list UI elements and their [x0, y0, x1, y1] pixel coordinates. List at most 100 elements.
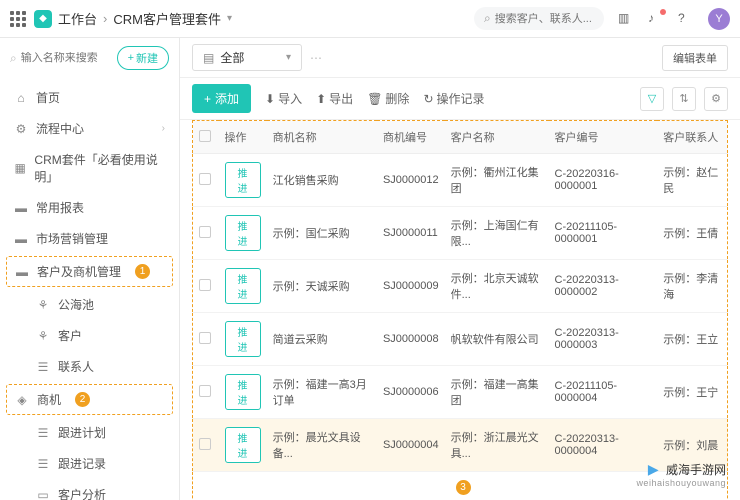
cell-code[interactable]: SJ0000009 [377, 260, 445, 313]
table-row[interactable]: 推进 示例：国仁采购 SJ0000011 示例：上海国仁有限... C-2021… [193, 207, 728, 260]
push-button[interactable]: 推进 [225, 215, 261, 251]
import-button[interactable]: ⬇导入 [265, 90, 302, 107]
menu-icon: ⚘ [36, 329, 50, 343]
row-checkbox[interactable] [199, 173, 211, 185]
table-row[interactable]: 推进 简道云采购 SJ0000008 帆软软件有限公司 C-20220313-0… [193, 313, 728, 366]
cell-code[interactable]: SJ0000004 [377, 419, 445, 472]
sidebar-item-0[interactable]: ⌂首页 [0, 82, 179, 113]
menu-label: 市场营销管理 [36, 230, 108, 247]
data-table: 操作商机名称商机编号客户名称客户编号客户联系人 推进 江化销售采购 SJ0000… [192, 120, 728, 500]
cell-name: 示例：福建一高3月订单 [267, 366, 377, 419]
table-row[interactable]: 推进 示例：天诚采购 SJ0000009 示例：北京天诚软件... C-2022… [193, 260, 728, 313]
cell-code[interactable]: SJ0000011 [377, 207, 445, 260]
log-button[interactable]: ↻操作记录 [423, 90, 484, 107]
watermark: 威海手游网 weihaishouyouwang [636, 461, 726, 488]
chevron-down-icon[interactable]: ▾ [227, 13, 232, 24]
sort-icon-button[interactable]: ⇅ [672, 87, 696, 111]
column-header[interactable]: 商机编号 [377, 121, 445, 154]
table-badge: 3 [456, 480, 471, 495]
search-icon: ⌕ [10, 51, 17, 66]
menu-icon: ▭ [36, 488, 50, 500]
breadcrumb-app[interactable]: CRM客户管理套件 [113, 9, 221, 28]
push-button[interactable]: 推进 [225, 268, 261, 304]
app-launcher-icon[interactable] [10, 11, 26, 27]
filter-icon-button[interactable]: ▽ [640, 87, 664, 111]
row-checkbox[interactable] [199, 279, 211, 291]
sidebar-item-12[interactable]: ▭ 客户分析 [0, 479, 179, 500]
avatar[interactable]: Y [708, 8, 730, 30]
help-icon[interactable]: ? [678, 11, 694, 27]
column-header[interactable]: 客户编号 [549, 121, 658, 154]
row-checkbox[interactable] [199, 385, 211, 397]
cell-custcode: C-20211105-0000004 [549, 366, 658, 419]
menu-icon: ☰ [36, 426, 50, 440]
export-button[interactable]: ⬆导出 [316, 90, 353, 107]
sidebar-item-7[interactable]: ⚘客户 [0, 320, 179, 351]
sidebar-item-11[interactable]: ☰跟进记录 [0, 448, 179, 479]
table-row[interactable]: 推进 示例：福建一高3月订单 SJ0000006 示例：福建一高集团 C-202… [193, 366, 728, 419]
sidebar-item-9[interactable]: ◈商机2 [6, 384, 173, 415]
trash-icon: 🗑 [367, 92, 382, 106]
menu-label: 客户分析 [58, 486, 106, 500]
row-checkbox[interactable] [199, 438, 211, 450]
add-button[interactable]: +添加 [192, 84, 251, 113]
search-icon: ⌕ [484, 11, 491, 26]
sidebar-search-input[interactable] [21, 52, 111, 64]
push-button[interactable]: 推进 [225, 427, 261, 463]
menu-icon: ⚙ [14, 122, 28, 136]
menu-label: 公海池 [58, 296, 94, 313]
table-row[interactable]: 推进 江化销售采购 SJ0000012 示例：衢州江化集团 C-20220316… [193, 154, 728, 207]
download-icon: ⬇ [265, 92, 275, 106]
new-button[interactable]: +新建 [117, 46, 169, 70]
app-logo: ◆ [34, 10, 52, 28]
push-button[interactable]: 推进 [225, 162, 261, 198]
cell-custcode: C-20220313-0000002 [549, 260, 658, 313]
global-search[interactable]: ⌕ [474, 7, 604, 30]
upload-icon: ⬆ [316, 92, 326, 106]
content-area: ▤ 全部 ▾ ⋯ 编辑表单 +添加 ⬇导入 ⬆导出 🗑删除 ↻操作记录 ▽ ⇅ … [180, 38, 740, 500]
global-search-input[interactable] [495, 13, 594, 25]
sidebar-item-10[interactable]: ☰ 跟进计划 [0, 417, 179, 448]
chevron-right-icon: › [162, 123, 165, 134]
column-header[interactable]: 客户名称 [445, 121, 549, 154]
cell-contact: 示例：赵仁民 [657, 154, 727, 207]
sidebar-item-5[interactable]: ▬客户及商机管理1 [6, 256, 173, 287]
push-button[interactable]: 推进 [225, 374, 261, 410]
edit-form-button[interactable]: 编辑表单 [662, 45, 728, 71]
cell-contact: 示例：王宁 [657, 366, 727, 419]
menu-icon: ▬ [14, 232, 28, 246]
select-all-checkbox[interactable] [199, 130, 211, 142]
breadcrumb-workspace[interactable]: 工作台 [58, 9, 97, 28]
sidebar-item-1[interactable]: ⚙流程中心› [0, 113, 179, 144]
sidebar-item-3[interactable]: ▬常用报表 [0, 192, 179, 223]
column-header[interactable]: 操作 [219, 121, 267, 154]
view-selector[interactable]: ▤ 全部 ▾ [192, 44, 302, 71]
breadcrumb: 工作台 › CRM客户管理套件 ▾ [58, 9, 232, 28]
book-icon[interactable]: ▥ [618, 11, 634, 27]
menu-label: 跟进计划 [58, 424, 106, 441]
view-label: 全部 [220, 49, 244, 66]
settings-icon-button[interactable]: ⚙ [704, 87, 728, 111]
cell-custcode: C-20220313-0000003 [549, 313, 658, 366]
column-header[interactable]: 客户联系人 [657, 121, 727, 154]
push-button[interactable]: 推进 [225, 321, 261, 357]
sidebar-item-2[interactable]: ▦CRM套件「必看使用说明」 [0, 144, 179, 192]
menu-icon: ▦ [14, 161, 26, 175]
cell-custcode: C-20211105-0000001 [549, 207, 658, 260]
delete-button[interactable]: 🗑删除 [367, 90, 409, 107]
cell-code[interactable]: SJ0000006 [377, 366, 445, 419]
cell-customer: 示例：福建一高集团 [445, 366, 549, 419]
row-checkbox[interactable] [199, 332, 211, 344]
sidebar-item-8[interactable]: ☰联系人 [0, 351, 179, 382]
cell-code[interactable]: SJ0000008 [377, 313, 445, 366]
list-icon: ▤ [203, 51, 214, 65]
cell-customer: 示例：浙江晨光文具... [445, 419, 549, 472]
dots-icon[interactable]: ⋯ [310, 51, 322, 65]
sidebar-item-4[interactable]: ▬ 市场营销管理 [0, 223, 179, 254]
cell-customer: 示例：北京天诚软件... [445, 260, 549, 313]
sidebar-item-6[interactable]: ⚘公海池 [0, 289, 179, 320]
row-checkbox[interactable] [199, 226, 211, 238]
cell-code[interactable]: SJ0000012 [377, 154, 445, 207]
notification-icon[interactable]: ♪ [648, 11, 664, 27]
column-header[interactable]: 商机名称 [267, 121, 377, 154]
